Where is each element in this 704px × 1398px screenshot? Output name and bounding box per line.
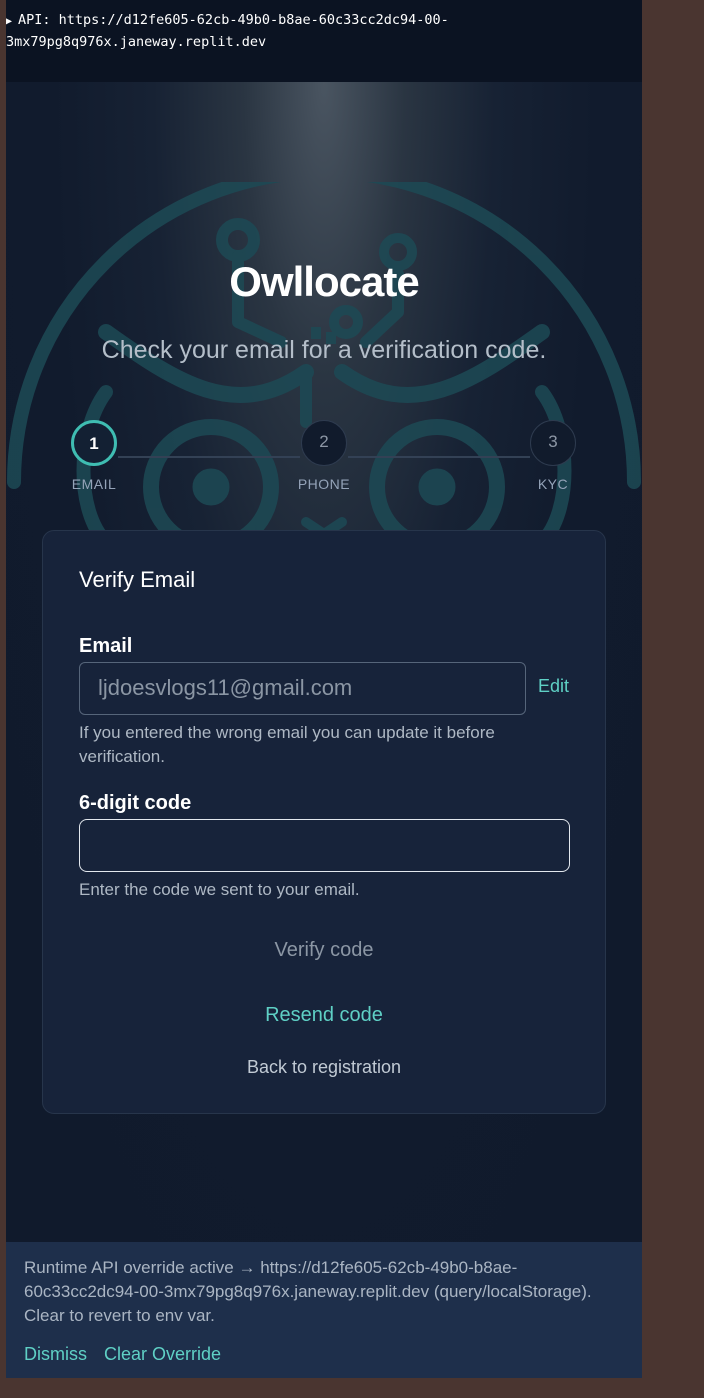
api-line-1: ▶ API: https://d12fe605-62cb-49b0-b8ae-60… <box>6 10 642 32</box>
app-title: Owllocate <box>229 258 419 305</box>
api-url-part-2: 3mx79pg8q976x.janeway.replit.dev <box>6 34 267 50</box>
card-title: Verify Email <box>79 567 196 592</box>
app-window: ▶ API: https://d12fe605-62cb-49b0-b8ae-60… <box>6 0 642 1378</box>
edit-email-link[interactable]: Edit <box>538 676 569 697</box>
code-label: 6-digit code <box>79 792 192 814</box>
code-help-text: Enter the code we sent to your email. <box>79 880 360 899</box>
api-debug-bar[interactable]: ▶ API: https://d12fe605-62cb-49b0-b8ae-60… <box>6 0 642 82</box>
page-subtitle: Check your email for a verification code… <box>101 336 547 364</box>
email-help-text: If you entered the wrong email you can u… <box>79 723 495 766</box>
step-phone-circle: 2 <box>301 420 347 466</box>
override-actions: Dismiss Clear Override <box>24 1344 233 1365</box>
step-phone-label: PHONE <box>297 476 351 492</box>
api-url-part-1: API: https://d12fe605-62cb-49b0-b8ae-60c… <box>18 12 449 28</box>
verify-email-card: Verify Email Email ljdoesvlogs11@gmail.c… <box>42 530 606 1114</box>
disclosure-triangle-icon[interactable]: ▶ <box>6 11 18 32</box>
resend-code-button[interactable]: Resend code <box>43 1004 605 1027</box>
dismiss-button[interactable]: Dismiss <box>24 1344 87 1364</box>
step-kyc-label: KYC <box>537 476 569 492</box>
api-override-banner: Runtime API override active → https://d1… <box>6 1242 642 1378</box>
verify-code-button[interactable]: Verify code <box>43 939 605 962</box>
email-field[interactable]: ljdoesvlogs11@gmail.com <box>79 662 526 715</box>
step-email-label: EMAIL <box>71 476 117 492</box>
step-kyc-circle: 3 <box>530 420 576 466</box>
step-connector <box>348 456 530 458</box>
progress-stepper: 1 EMAIL 2 PHONE 3 KYC <box>6 418 642 498</box>
clear-override-button[interactable]: Clear Override <box>104 1344 221 1364</box>
step-connector <box>118 456 300 458</box>
hero-section: Owllocate Check your email for a verific… <box>6 82 642 1242</box>
step-email-circle: 1 <box>71 420 117 466</box>
code-input[interactable] <box>79 819 570 872</box>
override-message: Runtime API override active → https://d1… <box>24 1258 592 1325</box>
back-to-registration-link[interactable]: Back to registration <box>43 1057 605 1078</box>
email-label: Email <box>79 635 133 657</box>
